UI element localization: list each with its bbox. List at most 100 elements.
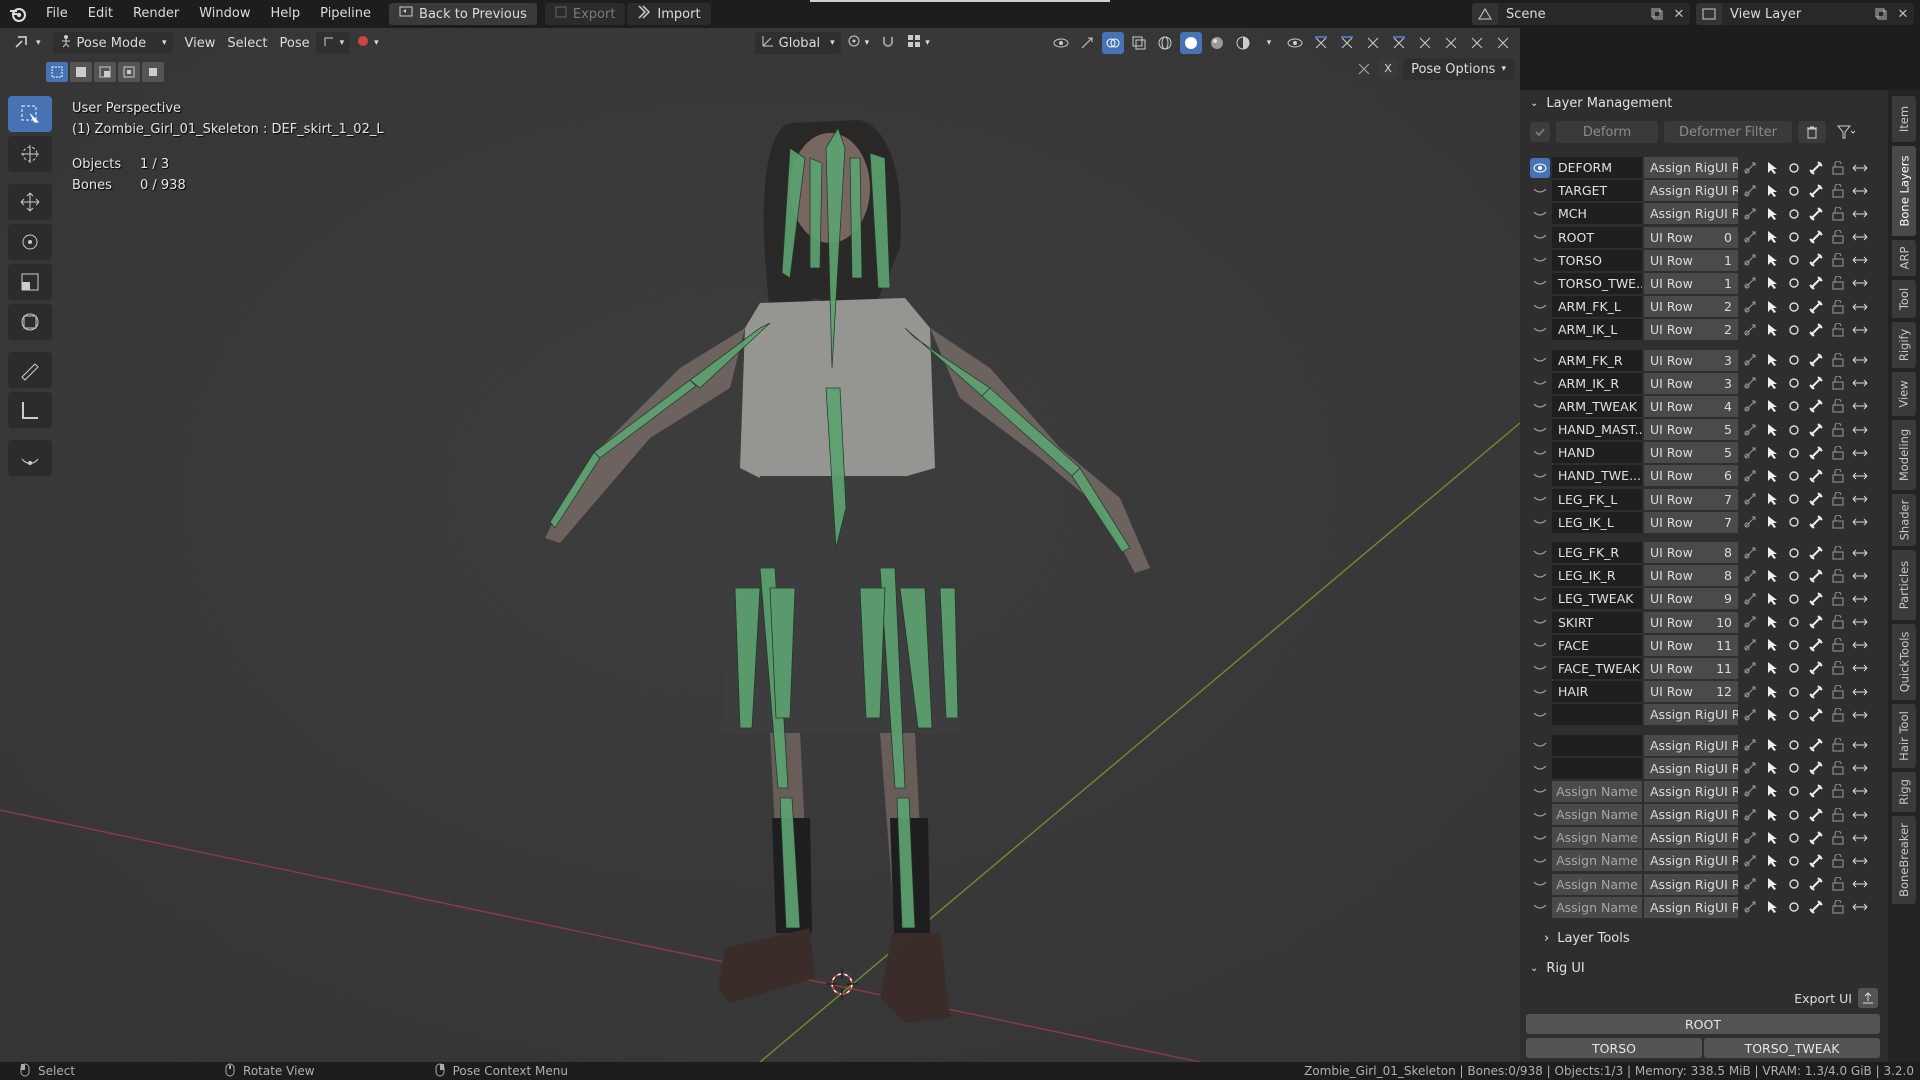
select-bones-icon[interactable] <box>1740 204 1760 224</box>
eye-hidden-icon[interactable] <box>1530 612 1550 632</box>
menu-edit[interactable]: Edit <box>78 0 123 28</box>
eye-visible-icon[interactable] <box>1530 157 1550 178</box>
rig-ui-torso-tweak-button[interactable]: TORSO_TWEAK <box>1704 1038 1880 1058</box>
select-bones-icon[interactable] <box>1740 682 1760 702</box>
pose-snap-button[interactable]: ▾ <box>315 32 351 54</box>
solo-circle-icon[interactable] <box>1784 227 1804 247</box>
ui-row-field[interactable]: UI Row 5 <box>1644 442 1738 464</box>
new-scene-icon[interactable] <box>1646 3 1668 25</box>
layer-name-field[interactable]: SKIRT <box>1552 611 1642 633</box>
trash-icon[interactable] <box>1798 121 1826 143</box>
ui-row-field[interactable]: UI Row 11 <box>1644 657 1738 679</box>
lock-icon[interactable] <box>1828 735 1848 755</box>
cursor-select-icon[interactable] <box>1762 466 1782 486</box>
cursor-select-icon[interactable] <box>1762 589 1782 609</box>
bone-wrench-icon[interactable] <box>1806 250 1826 270</box>
eye-hidden-icon[interactable] <box>1530 512 1550 532</box>
eye-hidden-icon[interactable] <box>1530 350 1550 370</box>
blender-logo-icon[interactable] <box>0 0 36 28</box>
select-bones-icon[interactable] <box>1740 373 1760 393</box>
filter-icon[interactable] <box>1832 121 1860 143</box>
lock-icon[interactable] <box>1828 489 1848 509</box>
solo-circle-icon[interactable] <box>1784 566 1804 586</box>
mirror-arrows-icon[interactable] <box>1850 874 1870 894</box>
cursor-select-icon[interactable] <box>1762 805 1782 825</box>
bone-wrench-icon[interactable] <box>1806 158 1826 178</box>
mirror-arrows-icon[interactable] <box>1850 851 1870 871</box>
cursor-select-icon[interactable] <box>1762 828 1782 848</box>
lock-icon[interactable] <box>1828 420 1848 440</box>
select-bones-icon[interactable] <box>1740 158 1760 178</box>
lock-icon[interactable] <box>1828 543 1848 563</box>
import-button[interactable]: Import <box>627 3 711 25</box>
lock-icon[interactable] <box>1828 158 1848 178</box>
solo-circle-icon[interactable] <box>1784 158 1804 178</box>
eye-hidden-icon[interactable] <box>1530 897 1550 917</box>
eye-hidden-icon[interactable] <box>1530 273 1550 293</box>
deformer-filter-button[interactable]: Deformer Filter <box>1664 121 1792 143</box>
cursor-select-icon[interactable] <box>1762 658 1782 678</box>
snap-target-button[interactable]: ▾ <box>901 32 936 54</box>
layer-name-field[interactable]: FACE <box>1552 634 1642 656</box>
solo-circle-icon[interactable] <box>1784 250 1804 270</box>
ui-row-field[interactable]: Assign RigUI R... <box>1644 850 1738 872</box>
cursor-select-icon[interactable] <box>1762 543 1782 563</box>
lock-icon[interactable] <box>1828 297 1848 317</box>
layer-name-field[interactable]: MCH <box>1552 203 1642 225</box>
snap-toggle[interactable] <box>875 32 901 54</box>
select-bones-icon[interactable] <box>1740 320 1760 340</box>
eye-hidden-icon[interactable] <box>1530 297 1550 317</box>
cursor-select-icon[interactable] <box>1762 320 1782 340</box>
eye-hidden-icon[interactable] <box>1530 589 1550 609</box>
layer-toggle-2-icon[interactable] <box>1336 32 1358 54</box>
select-bones-icon[interactable] <box>1740 781 1760 801</box>
select-bones-icon[interactable] <box>1740 227 1760 247</box>
bone-wrench-icon[interactable] <box>1806 373 1826 393</box>
select-bones-icon[interactable] <box>1740 512 1760 532</box>
mirror-arrows-icon[interactable] <box>1850 396 1870 416</box>
ui-row-field[interactable]: Assign RigUI R... <box>1644 734 1738 756</box>
export-button[interactable]: Export <box>544 3 626 25</box>
solo-circle-icon[interactable] <box>1784 204 1804 224</box>
menu-select[interactable]: Select <box>221 32 273 54</box>
layer-name-field[interactable]: ARM_TWEAK <box>1552 395 1642 417</box>
lock-icon[interactable] <box>1828 350 1848 370</box>
mirror-arrows-icon[interactable] <box>1850 543 1870 563</box>
bone-wrench-icon[interactable] <box>1806 682 1826 702</box>
solo-circle-icon[interactable] <box>1784 181 1804 201</box>
remove-scene-icon[interactable]: ✕ <box>1668 3 1690 25</box>
solo-circle-icon[interactable] <box>1784 320 1804 340</box>
select-bones-icon[interactable] <box>1740 420 1760 440</box>
remove-view-layer-icon[interactable]: ✕ <box>1892 3 1914 25</box>
layer-name-field[interactable]: HAIR <box>1552 681 1642 703</box>
solo-circle-icon[interactable] <box>1784 635 1804 655</box>
select-new-icon[interactable] <box>46 62 68 82</box>
ui-row-field[interactable]: UI Row 4 <box>1644 395 1738 417</box>
mirror-arrows-icon[interactable] <box>1850 443 1870 463</box>
select-bones-icon[interactable] <box>1740 705 1760 725</box>
visibility-icon[interactable] <box>1050 32 1072 54</box>
mode-selector[interactable]: Pose Mode ▾ <box>52 32 173 54</box>
select-subtract-icon[interactable] <box>94 62 116 82</box>
select-bones-icon[interactable] <box>1740 396 1760 416</box>
cursor-select-icon[interactable] <box>1762 682 1782 702</box>
cursor-select-icon[interactable] <box>1762 635 1782 655</box>
solo-circle-icon[interactable] <box>1784 273 1804 293</box>
solo-circle-icon[interactable] <box>1784 512 1804 532</box>
ui-row-field[interactable]: Assign RigUI R... <box>1644 873 1738 895</box>
shading-options-icon[interactable]: ▾ <box>1258 32 1280 54</box>
wireframe-shading-icon[interactable] <box>1154 32 1176 54</box>
bone-wrench-icon[interactable] <box>1806 489 1826 509</box>
ui-row-field[interactable]: UI Row 12 <box>1644 681 1738 703</box>
eye-hidden-icon[interactable] <box>1530 828 1550 848</box>
solo-circle-icon[interactable] <box>1784 851 1804 871</box>
tab-arp[interactable]: ARP <box>1892 240 1916 276</box>
layer-name-field[interactable] <box>1552 757 1642 779</box>
lock-icon[interactable] <box>1828 874 1848 894</box>
layer-name-field[interactable]: ROOT <box>1552 226 1642 248</box>
lock-icon[interactable] <box>1828 373 1848 393</box>
eye-hidden-icon[interactable] <box>1530 566 1550 586</box>
mirror-arrows-icon[interactable] <box>1850 250 1870 270</box>
solo-circle-icon[interactable] <box>1784 612 1804 632</box>
lock-icon[interactable] <box>1828 758 1848 778</box>
